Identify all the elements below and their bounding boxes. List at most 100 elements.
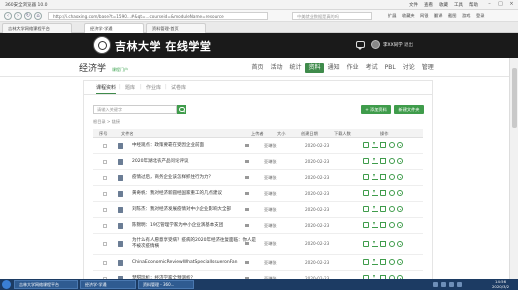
- move-icon[interactable]: [388, 142, 395, 148]
- close-icon[interactable]: ×: [507, 1, 516, 8]
- row-checkbox[interactable]: [103, 208, 107, 212]
- maximize-icon[interactable]: □: [496, 1, 505, 8]
- share-icon[interactable]: [397, 206, 403, 212]
- resource-search-input[interactable]: 请输入关键字: [93, 105, 177, 114]
- table-row[interactable]: 刘陈杰：我对经济发展疫情对中小企业影响大全部 亚琳张 2020-02-23: [93, 202, 423, 218]
- nav-manage[interactable]: 管理: [418, 63, 437, 73]
- download-icon[interactable]: [371, 158, 378, 164]
- edit-icon[interactable]: [363, 241, 369, 247]
- notification-icon[interactable]: [457, 282, 462, 287]
- share-icon[interactable]: [397, 190, 403, 196]
- start-button[interactable]: [2, 280, 11, 289]
- edit-icon[interactable]: [363, 222, 369, 228]
- search-icon[interactable]: [177, 105, 186, 114]
- avatar[interactable]: [371, 40, 380, 49]
- download-icon[interactable]: [371, 222, 378, 228]
- breadcrumb[interactable]: 根目录 > 链接: [93, 119, 120, 125]
- nav-resources[interactable]: 资料: [305, 63, 325, 73]
- menu-help[interactable]: 帮助: [469, 2, 478, 8]
- more-menu-icon[interactable]: [245, 144, 249, 147]
- tab-question-bank[interactable]: 题库: [125, 84, 135, 91]
- delete-icon[interactable]: [380, 190, 386, 196]
- col-size[interactable]: 大小: [277, 131, 285, 137]
- row-checkbox[interactable]: [103, 261, 107, 265]
- table-row[interactable]: ChinaEconomicReviewWhatSpecialIssueronFa…: [93, 255, 423, 271]
- share-icon[interactable]: [397, 259, 403, 265]
- share-icon[interactable]: [397, 158, 403, 164]
- bookmark-translate[interactable]: 翻译: [434, 13, 442, 19]
- col-date[interactable]: 创建日期: [301, 131, 318, 137]
- file-name[interactable]: 2020年湖北农产品问论评议: [132, 159, 260, 165]
- more-menu-icon[interactable]: [245, 160, 249, 163]
- browser-tab-active[interactable]: 经济学-学通: [84, 23, 144, 33]
- bookmark-screenshot[interactable]: 截图: [448, 13, 456, 19]
- col-downloads[interactable]: 下载人数: [334, 131, 351, 137]
- page-scrollbar[interactable]: [509, 58, 518, 279]
- back-icon[interactable]: ‹: [4, 12, 12, 20]
- more-menu-icon[interactable]: [245, 192, 249, 195]
- file-name[interactable]: 黄奇帆：我对经济新圆经国家重工的几点建议: [132, 191, 260, 197]
- file-name[interactable]: 刘陈杰：我对经济发展疫情对中小企业影响大全部: [132, 207, 260, 213]
- move-icon[interactable]: [388, 259, 395, 265]
- more-menu-icon[interactable]: [245, 208, 249, 211]
- add-resource-button[interactable]: + 添加资料: [361, 105, 391, 114]
- download-icon[interactable]: [371, 142, 378, 148]
- bookmark-login[interactable]: 登录: [476, 13, 484, 19]
- user-name[interactable]: 李XX同学: [383, 42, 403, 48]
- move-icon[interactable]: [388, 206, 395, 212]
- move-icon[interactable]: [388, 222, 395, 228]
- row-checkbox[interactable]: [103, 160, 107, 164]
- file-name[interactable]: 疫情过后，商务企业该怎样抓住行为力？: [132, 175, 260, 181]
- table-row[interactable]: 2020年湖北农产品问论评议 亚琳张 2020-02-23: [93, 154, 423, 170]
- course-portal-link[interactable]: 课程门户: [112, 67, 128, 73]
- browser-tab[interactable]: 吉林大学网络课程平台: [2, 23, 72, 33]
- move-icon[interactable]: [388, 174, 395, 180]
- row-checkbox[interactable]: [103, 242, 107, 246]
- ime-icon[interactable]: [449, 282, 454, 287]
- more-menu-icon[interactable]: [245, 224, 249, 227]
- move-icon[interactable]: [388, 241, 395, 247]
- taskbar-item[interactable]: 吉林大学网络课程平台: [14, 280, 78, 289]
- bookmark-bank[interactable]: 网银: [420, 13, 428, 19]
- move-icon[interactable]: [388, 190, 395, 196]
- forward-icon[interactable]: ›: [14, 12, 22, 20]
- bookmark-extend[interactable]: 扩展: [388, 13, 396, 19]
- nav-home[interactable]: 首页: [248, 63, 267, 73]
- file-name[interactable]: 为什么有人愿意享受病？疫病的2020年经济往复面临：你人是不被次疫情横: [132, 238, 260, 249]
- row-checkbox[interactable]: [103, 224, 107, 228]
- row-checkbox[interactable]: [103, 176, 107, 180]
- network-icon[interactable]: [433, 282, 438, 287]
- move-icon[interactable]: [388, 158, 395, 164]
- edit-icon[interactable]: [363, 158, 369, 164]
- delete-icon[interactable]: [380, 222, 386, 228]
- file-name[interactable]: ChinaEconomicReviewWhatSpecialIssueronFa…: [132, 260, 260, 266]
- delete-icon[interactable]: [380, 259, 386, 265]
- bookmark-favorites[interactable]: 收藏夹: [402, 13, 415, 19]
- table-row[interactable]: 中经观点：政策要靠在受因企业前面 亚琳张 2020-02-23: [93, 138, 423, 154]
- nav-notice[interactable]: 通知: [324, 63, 343, 73]
- nav-exam[interactable]: 考试: [362, 63, 381, 73]
- scrollbar-thumb[interactable]: [512, 68, 517, 128]
- nav-discussion[interactable]: 讨论: [399, 63, 418, 73]
- row-checkbox[interactable]: [103, 192, 107, 196]
- new-folder-button[interactable]: 新建文件夹: [394, 105, 424, 114]
- table-row[interactable]: 疫情过后，商务企业该怎样抓住行为力？ 亚琳张 2020-02-23: [93, 170, 423, 186]
- taskbar-item[interactable]: 经济学-学通: [80, 280, 136, 289]
- url-input[interactable]: http://i.chaoxing.com/base?t=1590...#&qt…: [48, 12, 268, 20]
- more-menu-icon[interactable]: [245, 261, 249, 264]
- bookmark-games[interactable]: 游戏: [462, 13, 470, 19]
- tab-paper-bank[interactable]: 试卷库: [171, 84, 186, 91]
- volume-icon[interactable]: [441, 282, 446, 287]
- share-icon[interactable]: [397, 222, 403, 228]
- share-icon[interactable]: [397, 142, 403, 148]
- edit-icon[interactable]: [363, 142, 369, 148]
- row-checkbox[interactable]: [103, 144, 107, 148]
- file-name[interactable]: 陈锦明：19亿管理学家为中小企业演基本支团: [132, 223, 260, 229]
- share-icon[interactable]: [397, 174, 403, 180]
- browser-tab[interactable]: 资料管理-首页: [146, 23, 206, 33]
- delete-icon[interactable]: [380, 174, 386, 180]
- col-filename[interactable]: 文件名: [121, 131, 134, 137]
- logout-link[interactable]: 退出: [404, 42, 413, 48]
- edit-icon[interactable]: [363, 206, 369, 212]
- delete-icon[interactable]: [380, 158, 386, 164]
